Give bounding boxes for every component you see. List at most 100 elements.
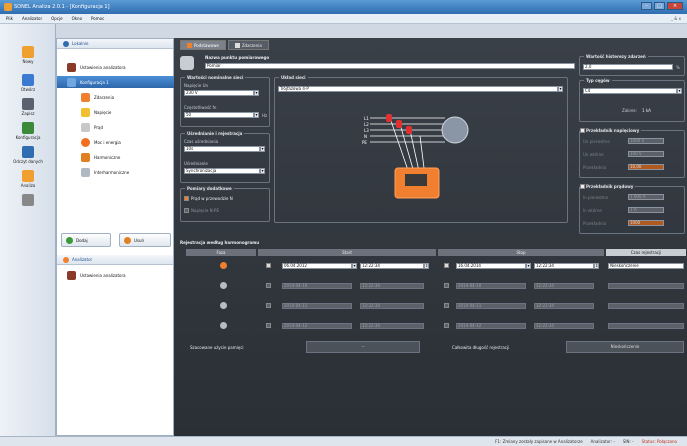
config-icon (22, 122, 34, 134)
schedule-row-1-checkbox[interactable] (266, 263, 271, 268)
row-3-duration[interactable] (608, 303, 684, 309)
clamp-type-dropdown[interactable]: ▾ (677, 88, 682, 94)
row-4-stop-time[interactable]: 12:22:34 (534, 323, 594, 329)
menu-analyzer[interactable]: Analizator (22, 16, 42, 21)
extra-measurements-group: Pomiary dodatkowe (180, 186, 270, 222)
row-3-start-time[interactable]: 12:22:34 (360, 303, 424, 309)
current-transformer-checkbox[interactable] (580, 184, 585, 189)
tree-item-config-1[interactable]: Konfiguracja 1 (57, 76, 175, 88)
delete-button[interactable]: Usuń (119, 233, 171, 247)
menu-options[interactable]: Opcje (51, 16, 62, 21)
row-1-stop-time[interactable]: 12:22:34 (534, 263, 594, 269)
tree-item-power-energy[interactable]: Moc i energia (57, 136, 175, 148)
harmonics-icon (81, 152, 90, 162)
averaging-time-dropdown[interactable]: ▾ (260, 146, 265, 152)
row-3-stop-date[interactable]: 2014-04-11 (456, 303, 526, 309)
tree-item-events[interactable]: Zdarzenia (57, 91, 175, 103)
add-button[interactable]: Dodaj (61, 233, 111, 247)
schedule-row-2-checkbox[interactable] (266, 283, 271, 288)
tree-item-current[interactable]: Prąd (57, 121, 175, 133)
schedule-row-3-icon (220, 302, 227, 309)
toolbar-new-button[interactable]: Nowy (0, 46, 56, 64)
toolbar-config-button[interactable]: Konfiguracja (0, 122, 56, 140)
vtrans-field-3[interactable]: 10,00 (628, 164, 664, 170)
hysteresis-field[interactable]: 2,0 (583, 64, 673, 70)
network-type-field[interactable]: Trójfazowa 4-P (278, 86, 558, 92)
minimize-button[interactable]: – (641, 2, 652, 10)
row-1-start-time-spinner[interactable]: ⇕ (424, 263, 429, 269)
row-1-stop-time-spinner[interactable]: ⇕ (594, 263, 599, 269)
interharmonics-icon (81, 167, 90, 177)
row-2-start-time[interactable]: 12:22:34 (360, 283, 424, 289)
row-3-stop-time[interactable]: 12:22:34 (534, 303, 594, 309)
ctrans-field-3[interactable]: 1000 (628, 220, 664, 226)
clamp-type-field[interactable]: C4 (583, 88, 677, 94)
tab-events[interactable]: Zdarzenia (227, 40, 269, 50)
ctrans-label-1: In pierwotne (583, 195, 609, 200)
schedule-row-2-stop-checkbox[interactable] (444, 283, 449, 288)
close-button[interactable]: × (667, 2, 683, 10)
mdi-window-controls[interactable]: _ & x (671, 16, 681, 21)
status-analyzer: Analizator: - (590, 439, 615, 444)
ctrans-field-2[interactable]: 1 A (628, 207, 664, 213)
new-icon (22, 46, 34, 58)
tree-item-analyzer-settings[interactable]: Ustawienia analizatora (57, 61, 175, 73)
averaging-time-field[interactable]: 10s (184, 146, 260, 152)
row-1-duration[interactable]: Nieskończenie (608, 263, 684, 269)
ctrans-field-1[interactable]: 1 000 A (628, 194, 664, 200)
config-icon (67, 77, 76, 87)
vtrans-field-1[interactable]: 1000 V (628, 138, 664, 144)
row-4-stop-date[interactable]: 2014-04-12 (456, 323, 526, 329)
frequency-field[interactable]: 50 (184, 112, 254, 118)
averaging-mode-dropdown[interactable]: ▾ (260, 168, 265, 174)
schedule-row-3-checkbox[interactable] (266, 303, 271, 308)
menu-help[interactable]: Pomoc (91, 16, 104, 21)
row-2-stop-date[interactable]: 2014-04-10 (456, 283, 526, 289)
analyzer-item-settings[interactable]: Ustawienia analizatora (57, 269, 175, 281)
row-1-start-time[interactable]: 12:22:34 (360, 263, 424, 269)
schedule-row-4-checkbox[interactable] (266, 323, 271, 328)
n-current-checkbox[interactable] (184, 196, 189, 201)
name-label: Nazwa punktu pomiarowego (205, 55, 270, 60)
toolbar-open-button[interactable]: Otwórz (0, 74, 56, 92)
voltage-field[interactable]: 230 V (184, 90, 254, 96)
row-1-stop-date-dropdown[interactable]: ▾ (526, 263, 531, 269)
vtrans-field-2[interactable]: 100 V (628, 151, 664, 157)
row-2-duration[interactable] (608, 283, 684, 289)
config-tree-panel: Lokalnie Ustawienia analizatora Konfigur… (56, 38, 175, 436)
menu-file[interactable]: Plik (6, 16, 13, 21)
motor-icon (441, 116, 469, 144)
menu-window[interactable]: Okno (72, 16, 82, 21)
row-4-start-time[interactable]: 12:22:34 (360, 323, 424, 329)
toolbar-read-data-button[interactable]: Odczyt danych (0, 146, 56, 164)
tab-basic[interactable]: Podstawowe (180, 40, 226, 50)
schedule-row-4-stop-checkbox[interactable] (444, 323, 449, 328)
row-1-stop-date[interactable]: 16.04.2014 (456, 263, 526, 269)
tree-item-interharmonics[interactable]: Interharmoniczne (57, 166, 175, 178)
tools-icon (22, 194, 34, 206)
row-4-start-date[interactable]: 2014-04-12 (282, 323, 352, 329)
row-2-start-date[interactable]: 2014-04-10 (282, 283, 352, 289)
network-type-dropdown[interactable]: ▾ (558, 86, 563, 92)
schedule-row-1-icon (220, 262, 227, 269)
tree-item-harmonics[interactable]: Harmoniczne (57, 151, 175, 163)
toolbar-analysis-button[interactable]: Analiza (0, 170, 56, 188)
schedule-row-1-stop-checkbox[interactable] (444, 263, 449, 268)
maximize-button[interactable]: □ (654, 2, 665, 10)
name-field[interactable]: Pomiar (205, 63, 575, 69)
averaging-mode-field[interactable]: Synchronizacja (184, 168, 260, 174)
row-2-stop-time[interactable]: 12:22:34 (534, 283, 594, 289)
label-l1: L1 (364, 116, 369, 121)
schedule-row-3-stop-checkbox[interactable] (444, 303, 449, 308)
toolbar-save-button[interactable]: Zapisz (0, 98, 56, 116)
frequency-dropdown[interactable]: ▾ (254, 112, 259, 118)
tree-item-voltage[interactable]: Napięcie (57, 106, 175, 118)
toolbar-tools-button[interactable] (0, 194, 56, 207)
voltage-dropdown[interactable]: ▾ (254, 90, 259, 96)
voltage-transformer-checkbox[interactable] (580, 128, 585, 133)
row-1-start-date[interactable]: 06.04.2012 (282, 263, 352, 269)
row-4-duration[interactable] (608, 323, 684, 329)
row-1-start-date-dropdown[interactable]: ▾ (352, 263, 357, 269)
row-3-start-date[interactable]: 2014-04-11 (282, 303, 352, 309)
n-pe-voltage-checkbox[interactable] (184, 208, 189, 213)
